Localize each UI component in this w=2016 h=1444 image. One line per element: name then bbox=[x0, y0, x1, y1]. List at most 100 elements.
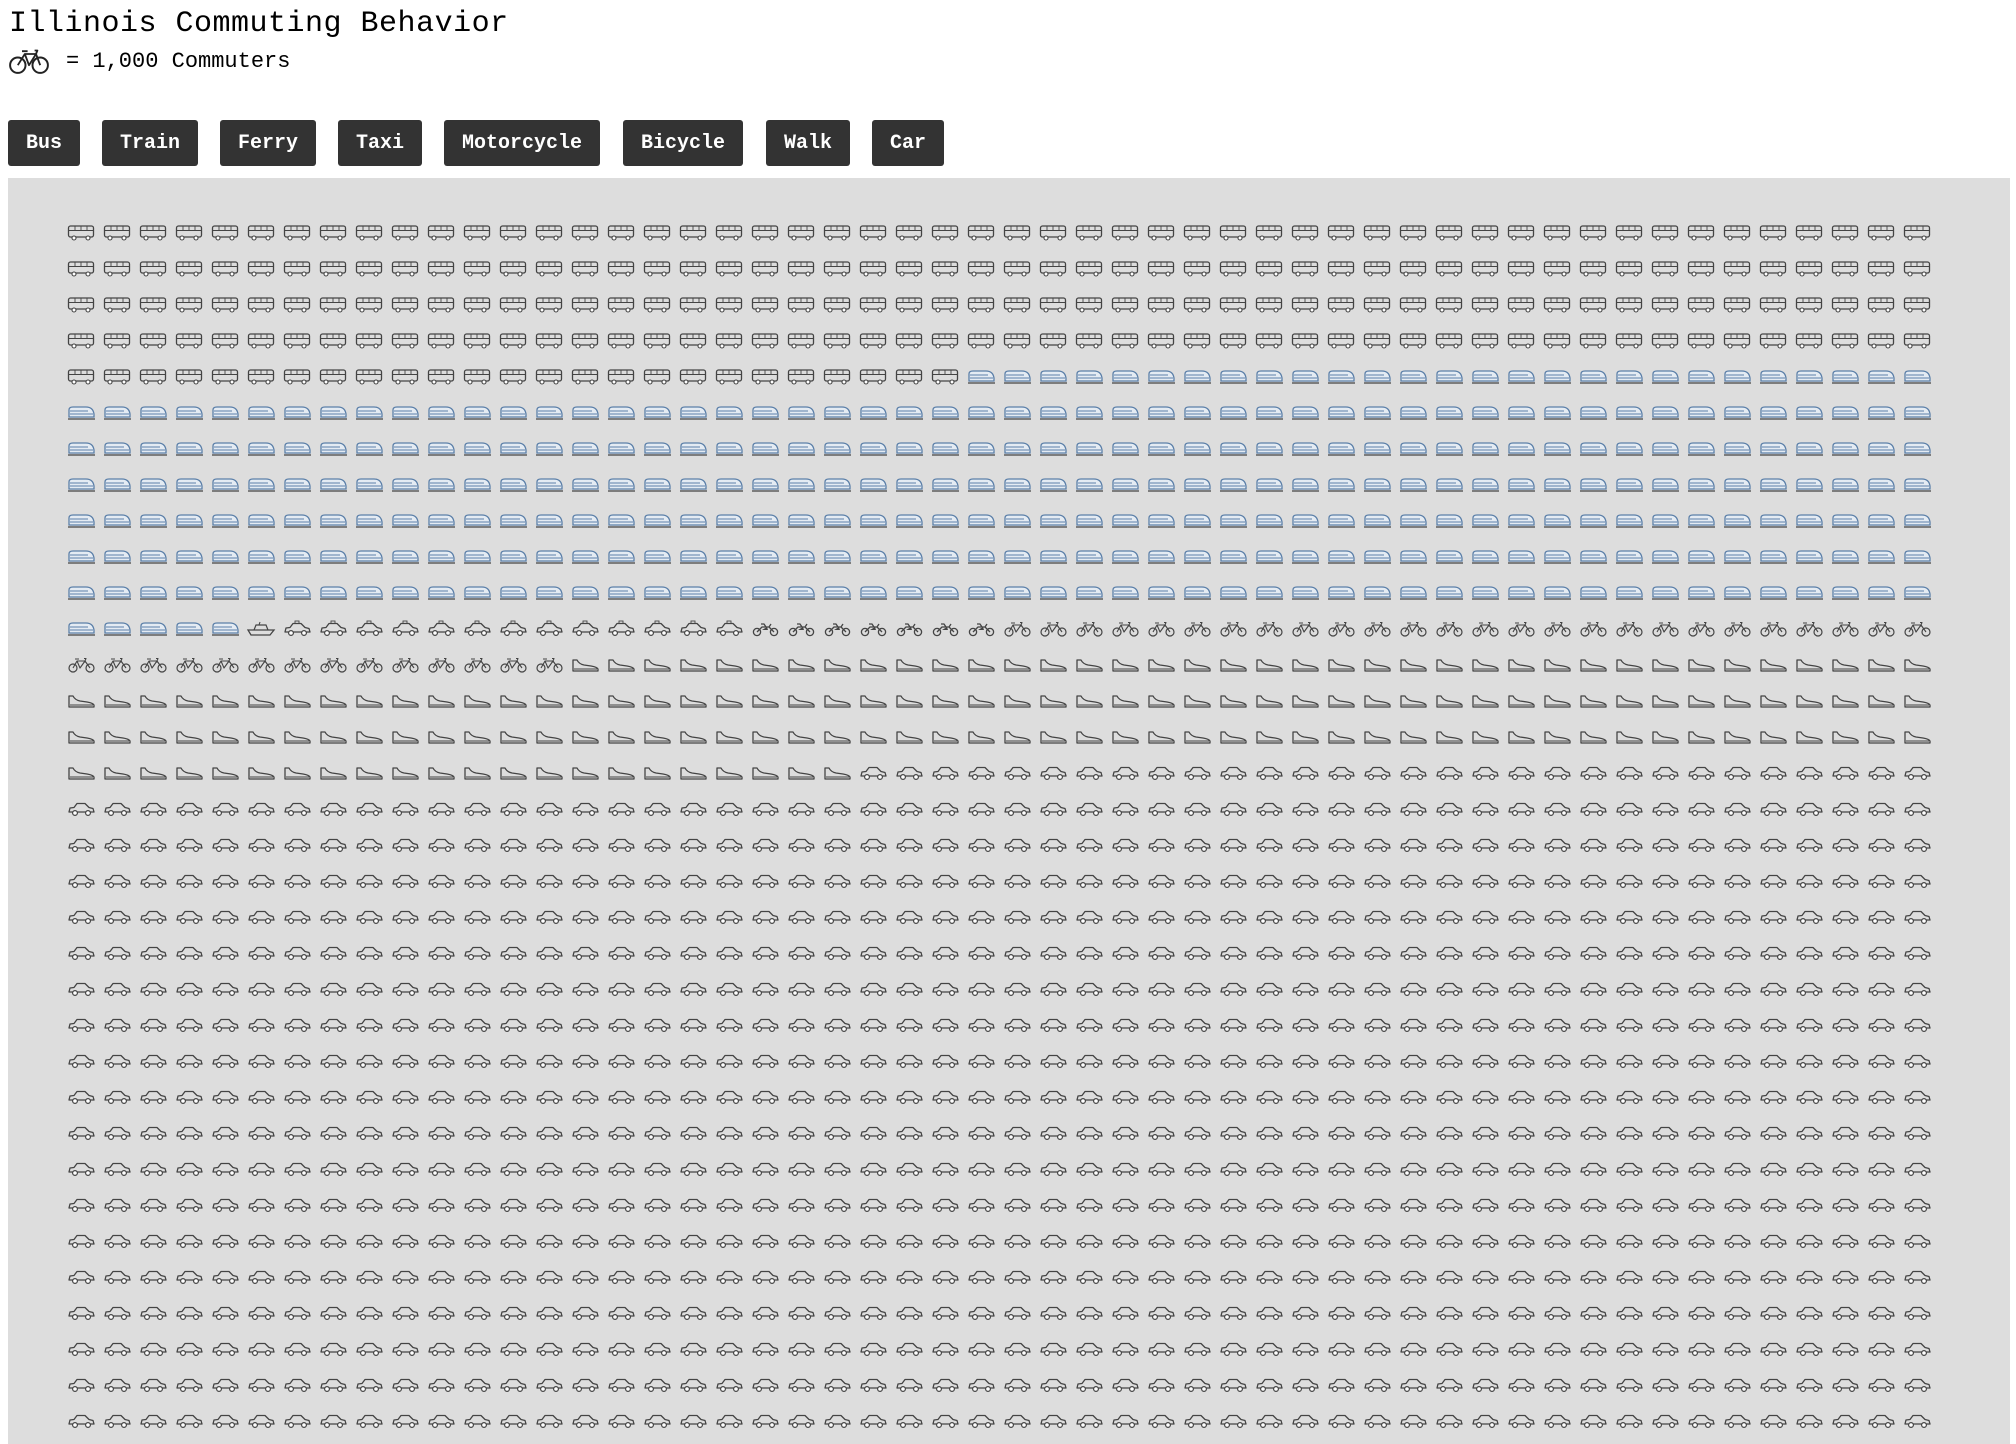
car-icon bbox=[140, 1378, 167, 1393]
car-icon bbox=[932, 766, 959, 781]
bus-icon bbox=[139, 297, 167, 313]
train-icon bbox=[212, 550, 239, 564]
car-icon bbox=[1400, 1090, 1427, 1105]
car-icon bbox=[968, 766, 995, 781]
car-icon bbox=[896, 1270, 923, 1285]
train-icon bbox=[1004, 586, 1031, 600]
car-icon bbox=[1436, 1270, 1463, 1285]
bus-icon bbox=[283, 225, 311, 241]
train-icon bbox=[1112, 478, 1139, 492]
car-icon bbox=[1472, 1234, 1499, 1249]
car-icon bbox=[644, 1126, 671, 1141]
train-icon bbox=[1904, 478, 1931, 492]
car-icon bbox=[392, 946, 419, 961]
bus-icon bbox=[1831, 225, 1859, 241]
car-icon bbox=[752, 1270, 779, 1285]
train-icon bbox=[1580, 406, 1607, 420]
train-icon bbox=[1832, 442, 1859, 456]
mode-button-taxi[interactable]: Taxi bbox=[338, 120, 423, 166]
train-icon bbox=[500, 478, 527, 492]
car-icon bbox=[824, 982, 851, 997]
mode-button-bicycle[interactable]: Bicycle bbox=[623, 120, 744, 166]
car-icon bbox=[1292, 946, 1319, 961]
train-icon bbox=[1688, 406, 1715, 420]
car-icon bbox=[1832, 1414, 1859, 1429]
car-icon bbox=[608, 1270, 635, 1285]
car-icon bbox=[1256, 802, 1283, 817]
car-icon bbox=[752, 1234, 779, 1249]
bicycle-icon bbox=[1436, 621, 1463, 637]
car-icon bbox=[1508, 1378, 1535, 1393]
car-icon bbox=[1904, 910, 1931, 925]
car-icon bbox=[1904, 1054, 1931, 1069]
mode-button-ferry[interactable]: Ferry bbox=[220, 120, 317, 166]
car-icon bbox=[1652, 910, 1679, 925]
train-icon bbox=[1544, 550, 1571, 564]
car-icon bbox=[1544, 1090, 1571, 1105]
car-icon bbox=[1508, 1342, 1535, 1357]
train-icon bbox=[788, 514, 815, 528]
walk-icon bbox=[1328, 659, 1355, 672]
mode-button-motorcycle[interactable]: Motorcycle bbox=[444, 120, 601, 166]
mode-button-walk[interactable]: Walk bbox=[766, 120, 851, 166]
walk-icon bbox=[248, 767, 275, 780]
bicycle-icon bbox=[320, 657, 347, 673]
car-icon bbox=[1148, 1054, 1175, 1069]
car-icon bbox=[1832, 874, 1859, 889]
car-icon bbox=[176, 1342, 203, 1357]
car-icon bbox=[572, 802, 599, 817]
train-icon bbox=[1832, 370, 1859, 384]
mode-button-bus[interactable]: Bus bbox=[8, 120, 81, 166]
car-icon bbox=[140, 910, 167, 925]
bicycle-icon bbox=[140, 657, 167, 673]
car-icon bbox=[860, 946, 887, 961]
bicycle-icon bbox=[464, 657, 491, 673]
car-icon bbox=[1112, 1054, 1139, 1069]
car-icon bbox=[284, 1342, 311, 1357]
car-icon bbox=[1076, 1414, 1103, 1429]
bus-icon bbox=[679, 297, 707, 313]
car-icon bbox=[752, 838, 779, 853]
bus-icon bbox=[1543, 261, 1571, 277]
car-icon bbox=[1724, 1306, 1751, 1321]
car-icon bbox=[1148, 1234, 1175, 1249]
car-icon bbox=[356, 1306, 383, 1321]
bus-icon bbox=[1075, 261, 1103, 277]
bus-icon bbox=[1903, 225, 1931, 241]
car-icon bbox=[1472, 1090, 1499, 1105]
train-icon bbox=[1796, 586, 1823, 600]
train-icon bbox=[1652, 406, 1679, 420]
bus-icon bbox=[139, 369, 167, 385]
car-icon bbox=[1220, 1378, 1247, 1393]
car-icon bbox=[284, 838, 311, 853]
car-icon bbox=[1148, 1342, 1175, 1357]
car-icon bbox=[68, 1090, 95, 1105]
bus-icon bbox=[463, 261, 491, 277]
car-icon bbox=[788, 802, 815, 817]
car-icon bbox=[176, 1090, 203, 1105]
mode-button-car[interactable]: Car bbox=[872, 120, 945, 166]
walk-icon bbox=[716, 659, 743, 672]
train-icon bbox=[1220, 586, 1247, 600]
bus-icon bbox=[1111, 333, 1139, 349]
bus-icon bbox=[1831, 297, 1859, 313]
car-icon bbox=[392, 982, 419, 997]
bus-icon bbox=[1039, 333, 1067, 349]
bus-icon bbox=[751, 333, 779, 349]
bus-icon bbox=[967, 225, 995, 241]
bus-icon bbox=[1147, 261, 1175, 277]
train-icon bbox=[140, 478, 167, 492]
bicycle-icon bbox=[1616, 621, 1643, 637]
mode-button-train[interactable]: Train bbox=[102, 120, 199, 166]
car-icon bbox=[1616, 802, 1643, 817]
train-icon bbox=[1400, 514, 1427, 528]
car-icon bbox=[1400, 1414, 1427, 1429]
car-icon bbox=[248, 1018, 275, 1033]
car-icon bbox=[1148, 982, 1175, 997]
train-icon bbox=[68, 442, 95, 456]
train-icon bbox=[1184, 550, 1211, 564]
train-icon bbox=[1256, 370, 1283, 384]
car-icon bbox=[212, 1162, 239, 1177]
car-icon bbox=[644, 874, 671, 889]
car-icon bbox=[428, 1378, 455, 1393]
